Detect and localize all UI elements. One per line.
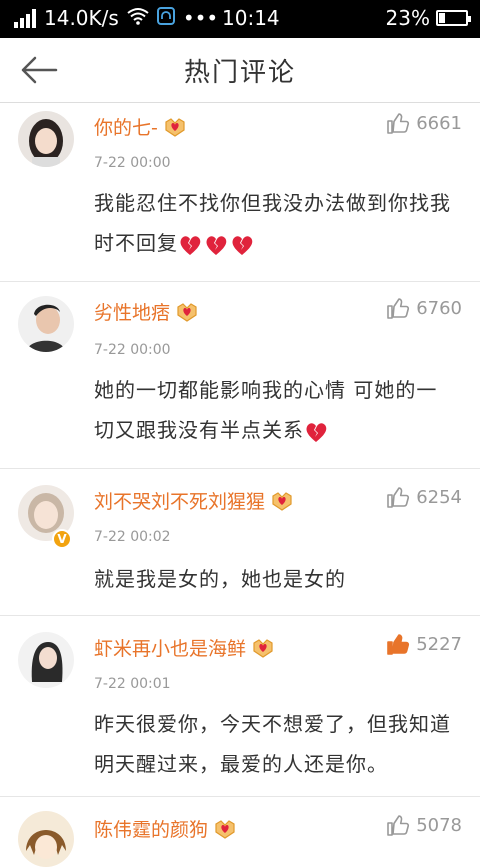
battery-icon [436, 10, 471, 26]
username[interactable]: 陈伟霆的颜狗 [94, 815, 236, 842]
wifi-icon [127, 6, 149, 30]
avatar[interactable] [18, 811, 74, 867]
comment-list[interactable]: 你的七- 6661 7-22 00:00 我能忍住不找你但我没办法做到你找我时不… [0, 103, 480, 867]
status-bar: 14.0K/s ••• 10:14 23% [0, 0, 480, 38]
page-title: 热门评论 [183, 58, 296, 88]
avatar[interactable] [18, 632, 74, 688]
like-count: 5078 [416, 814, 462, 836]
broken-heart-icon [206, 235, 227, 255]
comment-date: 7-22 00:01 [94, 676, 171, 692]
comment-text: 就是我是女的，她也是女的 [94, 567, 346, 591]
avatar[interactable] [18, 296, 74, 352]
like-count: 6760 [416, 297, 462, 319]
broken-heart-icon [306, 422, 327, 442]
comment-item: 劣性地痞 6760 7-22 00:00 她的一切都能影响我的心情 可她的一切又… [0, 282, 480, 469]
comment-item: 虾米再小也是海鲜 5227 7-22 00:01 昨天很爱你，今天不想爱了，但我… [0, 616, 480, 797]
battery-percent: 23% [385, 6, 430, 30]
broken-hearts [178, 234, 254, 256]
avatar[interactable] [18, 111, 74, 167]
broken-heart-icon [232, 235, 253, 255]
headset-icon [156, 6, 175, 30]
comment-text: 昨天很爱你，今天不想爱了，但我知道明天醒过来，最爱的人还是你。 [94, 712, 451, 776]
username[interactable]: 刘不哭刘不死刘猩猩 [94, 487, 293, 514]
like-button[interactable]: 5227 [386, 632, 462, 656]
like-button[interactable]: 6760 [386, 296, 462, 320]
username[interactable]: 劣性地痞 [94, 298, 198, 325]
app-header: 热门评论 [0, 38, 480, 103]
thumbs-up-icon [387, 487, 410, 508]
username[interactable]: 你的七- [94, 113, 186, 140]
clock: 10:14 [222, 6, 280, 30]
like-button[interactable]: 6254 [386, 485, 462, 509]
thumbs-up-icon [387, 815, 410, 836]
level-badge-icon [252, 638, 274, 658]
signal-icon [14, 8, 36, 28]
level-badge-icon [176, 302, 198, 322]
comment-item: V 刘不哭刘不死刘猩猩 6254 7-22 00:02 就是我是女的，她也是女的 [0, 469, 480, 616]
broken-heart-icon [180, 235, 201, 255]
comment-text: 她的一切都能影响我的心情 可她的一切又跟我没有半点关系 [94, 378, 438, 443]
comment-date: 7-22 00:00 [94, 155, 171, 171]
thumbs-up-icon [387, 113, 410, 134]
like-count: 6254 [416, 486, 462, 508]
level-badge-icon [214, 819, 236, 839]
network-speed: 14.0K/s [44, 6, 119, 30]
more-icon: ••• [182, 6, 219, 30]
level-badge-icon [271, 491, 293, 511]
level-badge-icon [164, 117, 186, 137]
broken-hearts [304, 421, 328, 443]
thumbs-up-filled-icon [387, 634, 410, 655]
like-count: 6661 [416, 112, 462, 134]
comment-date: 7-22 00:00 [94, 342, 171, 358]
like-button[interactable]: 5078 [386, 813, 462, 837]
comment-text: 我能忍住不找你但我没办法做到你找我时不回复 [94, 191, 451, 256]
thumbs-up-icon [387, 298, 410, 319]
comment-item: 陈伟霆的颜狗 5078 [0, 797, 480, 867]
like-button[interactable]: 6661 [386, 111, 462, 135]
comment-date: 7-22 00:02 [94, 529, 171, 545]
username[interactable]: 虾米再小也是海鲜 [94, 634, 274, 661]
comment-item: 你的七- 6661 7-22 00:00 我能忍住不找你但我没办法做到你找我时不… [0, 103, 480, 282]
verified-badge-icon: V [52, 529, 72, 549]
like-count: 5227 [416, 633, 462, 655]
